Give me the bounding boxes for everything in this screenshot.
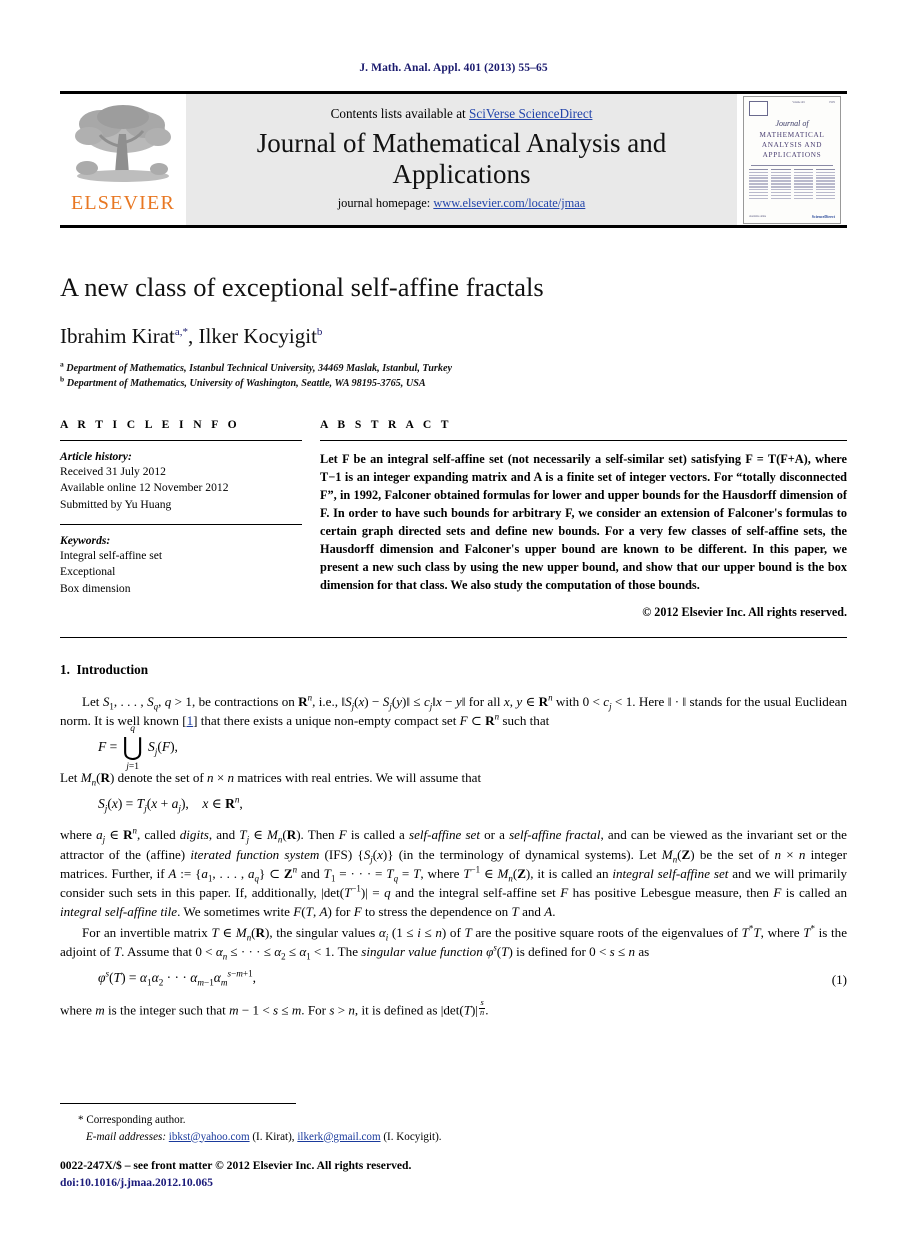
section-title-introduction: 1. Introduction [60,662,847,678]
reference-link-1[interactable]: 1 [187,713,194,728]
article-title: A new class of exceptional self-affine f… [60,272,544,302]
homepage-prefix: journal homepage: [337,195,434,210]
masthead-center: Contents lists available at SciVerse Sci… [186,94,737,225]
footnote-rule [60,1102,296,1104]
info-abstract-region: A R T I C L E I N F O Article history: R… [60,418,847,621]
big-union-operator-icon: q ⋃ j=1 [122,724,143,773]
article-info-column: A R T I C L E I N F O Article history: R… [60,418,320,621]
article-info-top-rule [60,439,302,441]
equation-union-content: F = q ⋃ j=1 Sj(F), [98,724,178,773]
author-name-1: Ibrahim Kirat [60,323,175,348]
email-addresses-note: E-mail addresses: ibkst@yahoo.com (I. Ki… [86,1129,847,1146]
elsevier-logo: ELSEVIER [60,94,186,225]
doi-link[interactable]: doi:10.1016/j.jmaa.2012.10.065 [60,1175,847,1192]
article-info-heading: A R T I C L E I N F O [60,417,241,431]
cover-column [771,168,791,211]
equation-sj-content: Sj(x) = Tj(x + aj), x ∈ Rn, [98,794,243,815]
journal-cover-container: Volume 401 ISSN Journal of MATHEMATICAL … [737,94,847,225]
email-owner-1: (I. Kirat), [252,1130,295,1143]
journal-masthead: ELSEVIER Contents lists available at Sci… [60,91,847,228]
article-info-mid-rule [60,523,302,525]
journal-homepage-link[interactable]: www.elsevier.com/locate/jmaa [433,196,585,210]
abstract-copyright: © 2012 Elsevier Inc. All rights reserved… [642,605,847,620]
issn-front-matter-line: 0022-247X/$ – see front matter © 2012 El… [60,1159,412,1173]
fraction-s-over-n: sn [479,998,486,1018]
journal-cover-thumbnail: Volume 401 ISSN Journal of MATHEMATICAL … [743,95,841,224]
elsevier-tree-icon [75,105,171,182]
article-page: J. Math. Anal. Appl. 401 (2013) 55–65 EL… [0,0,907,1238]
footnote-block: * Corresponding author. E-mail addresses… [60,1102,847,1192]
paragraph-3: where aj ∈ Rn, called digits, and Tj ∈ M… [60,826,848,919]
corresponding-author-note: * Corresponding author. [78,1112,847,1129]
paragraph-5: where m is the integer such that m − 1 <… [60,998,489,1018]
equation-1-content: φs(T) = α1α2 · · · αm−1αms−m+1, [98,968,257,988]
journal-homepage-line: journal homepage: www.elsevier.com/locat… [338,196,586,211]
affiliation-a: a Department of Mathematics, Istanbul Te… [60,359,847,377]
keyword-item: Integral self-affine set [60,548,163,562]
affiliation-b-text: Department of Mathematics, University of… [66,377,426,389]
cover-journal-of: Journal of [775,118,809,128]
cover-sciencedirect-mark: ScienceDirect [811,213,835,219]
corresponding-author-marker: * [78,1113,84,1126]
author-separator: , [188,323,199,348]
introduction-section: 1. Introduction Let S1, . . . , Sq, q > … [60,662,847,1020]
keyword-item: Box dimension [60,581,131,595]
keywords-label: Keywords: [60,533,111,547]
article-history-item: Submitted by Yu Huang [60,497,172,511]
affiliation-a-text: Department of Mathematics, Istanbul Tech… [66,363,453,375]
email-link-kirat[interactable]: ibkst@yahoo.com [169,1131,250,1143]
affiliation-b: b Department of Mathematics, University … [60,374,847,392]
cover-column [815,168,835,211]
equation-1: φs(T) = α1α2 · · · αm−1αms−m+1, (1) [60,968,847,990]
cover-column [793,168,813,211]
paragraph-2: Let Mn(R) denote the set of n × n matric… [60,770,482,788]
cover-publisher-badge-icon [749,100,768,116]
email-owner-2: (I. Kocyigit). [383,1130,442,1143]
issn-copyright-block: 0022-247X/$ – see front matter © 2012 El… [60,1158,847,1192]
abstract-top-rule [320,439,847,441]
cover-contents-columns [749,168,835,211]
cover-footer-text: Available online [749,214,767,218]
abstract-heading: A B S T R A C T [320,417,452,431]
cover-volume-text: Volume 401 [792,100,805,104]
cover-title-line-3: APPLICATIONS [762,151,822,160]
cover-top-row: Volume 401 ISSN [749,100,835,116]
section-number: 1. [60,662,70,678]
running-head: J. Math. Anal. Appl. 401 (2013) 55–65 [359,62,548,74]
elsevier-wordmark: ELSEVIER [70,192,176,214]
affiliation-a-marker: a [60,359,64,369]
cover-title-line-2: ANALYSIS AND [761,140,823,149]
article-history-item: Available online 12 November 2012 [60,481,229,495]
title-block: A new class of exceptional self-affine f… [60,272,847,392]
author-name-2: Ilker Kocyigit [198,323,317,348]
author-2-affil-marker[interactable]: b [317,326,323,338]
cover-column [749,168,769,211]
section-name: Introduction [76,662,149,678]
cover-issn-text: ISSN [829,100,835,104]
author-1-affil-marker[interactable]: a,* [175,326,188,338]
equation-sj: Sj(x) = Tj(x + aj), x ∈ Rn, [60,794,847,816]
cover-divider [751,164,833,166]
cover-title-line-1: MATHEMATICAL [759,130,825,139]
author-list: Ibrahim Kirata,*, Ilker Kocyigitb [60,323,847,349]
keyword-item: Exceptional [60,565,116,579]
contents-prefix: Contents lists available at [330,106,470,122]
equation-1-number: (1) [831,972,847,988]
section-divider [60,637,847,639]
sciencedirect-link[interactable]: SciVerse ScienceDirect [469,106,592,121]
contents-available-line: Contents lists available at SciVerse Sci… [331,106,593,122]
affiliation-b-marker: b [60,374,65,384]
email-link-kocyigit[interactable]: ilkerk@gmail.com [297,1131,380,1143]
abstract-column: A B S T R A C T Let F be an integral sel… [320,418,847,621]
paragraph-4: For an invertible matrix T ∈ Mn(R), the … [60,923,848,962]
abstract-body: Let F be an integral self-affine set (no… [320,451,847,593]
equation-union: F = q ⋃ j=1 Sj(F), [60,724,847,773]
email-label: E-mail addresses: [86,1130,167,1143]
paragraph-1: Let S1, . . . , Sq, q > 1, be contractio… [60,692,848,729]
journal-title: Journal of Mathematical Analysis and App… [256,128,667,189]
article-history-item: Received 31 July 2012 [60,464,166,478]
corresponding-author-text: Corresponding author. [86,1113,186,1126]
article-history-label: Article history: [60,449,132,463]
cover-footer: Available online ScienceDirect [749,214,835,219]
